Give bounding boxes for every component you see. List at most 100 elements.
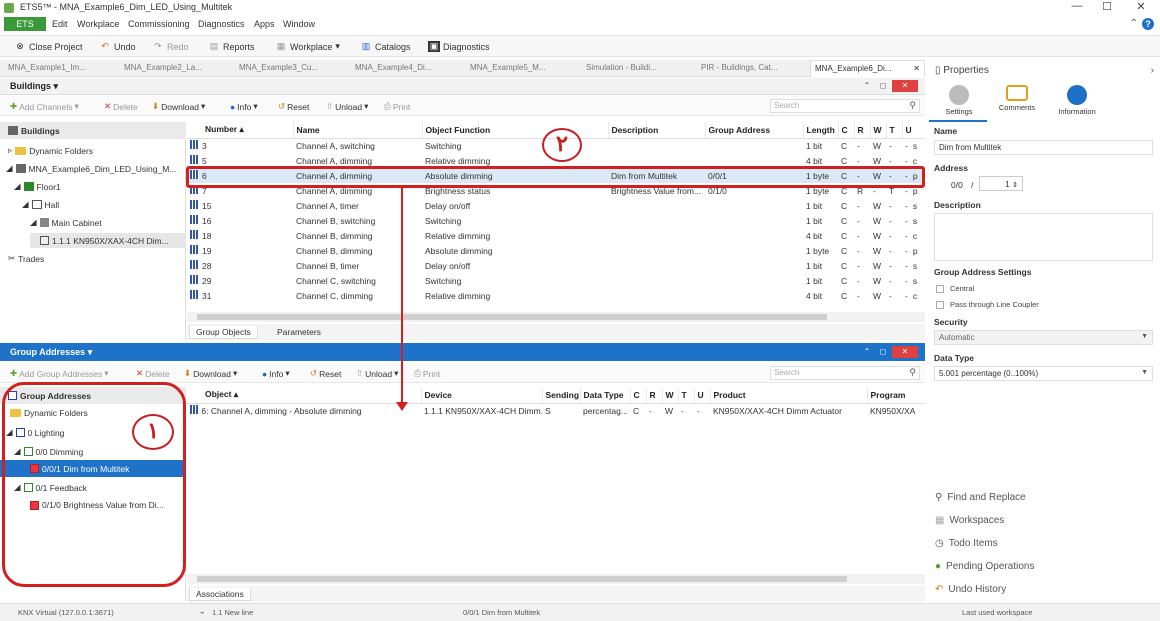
tab-parameters[interactable]: Parameters <box>271 326 327 338</box>
restore-icon[interactable]: ◻ <box>876 80 890 92</box>
col-u[interactable]: U <box>902 122 925 139</box>
ga-delete-button[interactable]: ✕ Delete <box>136 368 170 379</box>
print-button[interactable]: ⎙ Print <box>384 101 410 112</box>
col-number[interactable]: Number ▴ <box>187 122 294 139</box>
data-type-select[interactable]: 5.001 percentage (0..100%) ▼ <box>934 366 1153 381</box>
tab-information[interactable]: Information <box>1055 85 1099 116</box>
table-row[interactable]: 6: Channel A, dimming - Absolute dimming… <box>187 403 925 418</box>
col-u[interactable]: U <box>694 387 711 404</box>
doc-tab-3[interactable]: MNA_Example3_Cu... <box>239 63 318 72</box>
col-device[interactable]: Device <box>421 387 543 404</box>
restore-icon[interactable]: ◻ <box>876 346 890 358</box>
menu-window[interactable]: Window <box>283 19 315 29</box>
col-w[interactable]: W <box>870 122 887 139</box>
doc-tab-5[interactable]: MNA_Example5_M... <box>470 63 546 72</box>
table-row[interactable]: 15 Channel A, timer Delay on/off 1 bit C - W - -… <box>187 198 925 213</box>
workspaces-link[interactable]: ▦ Workspaces <box>935 515 1004 526</box>
todo-items-link[interactable]: ◷ Todo Items <box>935 538 998 549</box>
reports-button[interactable]: ▤ Reports <box>208 41 255 52</box>
col-t[interactable]: T <box>678 387 695 404</box>
col-c[interactable]: C <box>630 387 647 404</box>
stepper-arrows-icon[interactable]: ⇕ <box>1012 182 1018 189</box>
search-icon[interactable]: ⚲ <box>909 100 916 111</box>
central-checkbox[interactable]: Central <box>936 284 974 293</box>
reset-button[interactable]: ↺ Reset <box>278 101 309 112</box>
delete-button[interactable]: ✕ Delete <box>104 101 138 112</box>
col-length[interactable]: Length <box>803 122 839 139</box>
search-icon[interactable]: ⚲ <box>909 367 916 378</box>
redo-button[interactable]: ↷ Redo <box>152 41 188 52</box>
download-button[interactable]: ⬇ Download ▾ <box>152 101 205 112</box>
undo-button[interactable]: ↶ Undo <box>99 41 135 52</box>
close-panel-icon[interactable]: ✕ <box>892 80 918 92</box>
col-c[interactable]: C <box>838 122 855 139</box>
col-data-type[interactable]: Data Type <box>580 387 631 404</box>
chevron-up-icon[interactable]: ⌃ <box>1130 18 1138 29</box>
chevron-right-icon[interactable]: › <box>1151 65 1154 76</box>
col-group-address[interactable]: Group Address <box>705 122 804 139</box>
tree-device[interactable]: 1.1.1 KN950X/XAX-4CH Dim... <box>30 233 186 248</box>
diagnostics-button[interactable]: ▣ Diagnostics <box>428 41 490 52</box>
collapse-icon[interactable]: ⌃ <box>860 346 874 358</box>
help-icon[interactable]: ? <box>1142 18 1154 30</box>
tab-comments[interactable]: Comments <box>995 85 1039 112</box>
ga-info-button[interactable]: ● Info ▾ <box>262 368 290 379</box>
ga-print-button[interactable]: ⎙ Print <box>414 368 440 379</box>
tab-group-objects[interactable]: Group Objects <box>189 326 258 339</box>
table-row[interactable]: 28 Channel B, timer Delay on/off 1 bit C - W - -… <box>187 258 925 273</box>
unload-button[interactable]: ⇧ Unload ▾ <box>326 101 368 112</box>
tree-trades[interactable]: ✂ Trades <box>8 253 44 264</box>
table-row[interactable]: 29 Channel C, switching Switching 1 bit C - W -… <box>187 273 925 288</box>
ga-reset-button[interactable]: ↺ Reset <box>310 368 341 379</box>
info-button[interactable]: ● Info ▾ <box>230 101 258 112</box>
col-object[interactable]: Object ▴ <box>187 387 422 404</box>
buildings-panel-title[interactable]: Buildings ▾ <box>10 81 58 92</box>
col-r[interactable]: R <box>646 387 663 404</box>
checkbox-box[interactable] <box>936 300 944 309</box>
tree-dynamic-folders[interactable]: ▹ Dynamic Folders <box>8 145 93 156</box>
tree-hall[interactable]: ◢ Hall <box>22 199 59 210</box>
maximize-button[interactable]: ☐ <box>1097 0 1117 13</box>
close-panel-icon[interactable]: ✕ <box>892 346 918 358</box>
buildings-search-input[interactable]: Search ⚲ <box>770 99 920 113</box>
tree-floor1[interactable]: ◢ Floor1 <box>14 181 61 192</box>
catalogs-button[interactable]: ▥ Catalogs <box>360 41 411 52</box>
menu-diagnostics[interactable]: Diagnostics <box>198 19 245 29</box>
table-row[interactable]: 16 Channel B, switching Switching 1 bit C - W -… <box>187 213 925 228</box>
pass-through-checkbox[interactable]: Pass through Line Coupler <box>936 300 1039 309</box>
col-object-function[interactable]: Object Function <box>422 122 609 139</box>
description-textarea[interactable] <box>934 213 1153 261</box>
ga-download-button[interactable]: ⬇ Download ▾ <box>184 368 237 379</box>
undo-history-link[interactable]: ↶ Undo History <box>935 584 1006 595</box>
doc-tab-7[interactable]: PIR - Buildings, Cat... <box>701 63 777 72</box>
close-window-button[interactable]: ✕ <box>1131 0 1151 13</box>
ga-horizontal-scrollbar[interactable] <box>187 574 925 584</box>
buildings-tree-root[interactable]: Buildings <box>0 122 186 139</box>
table-row[interactable]: 18 Channel B, dimming Relative dimming 4 bi… <box>187 228 925 243</box>
pending-operations-link[interactable]: ● Pending Operations <box>935 561 1034 572</box>
add-group-addresses-button[interactable]: ✚ Add Group Addresses ▾ <box>10 368 109 379</box>
col-r[interactable]: R <box>854 122 871 139</box>
ga-unload-button[interactable]: ⇧ Unload ▾ <box>356 368 398 379</box>
col-product[interactable]: Product <box>710 387 868 404</box>
minimize-button[interactable]: — <box>1067 0 1087 12</box>
close-project-button[interactable]: ⊗ Close Project <box>14 41 82 52</box>
security-select[interactable]: Automatic ▼ <box>934 330 1153 345</box>
scrollbar-thumb[interactable] <box>197 314 827 320</box>
col-program[interactable]: Program <box>867 387 925 404</box>
doc-tab-4[interactable]: MNA_Example4_Di... <box>355 63 431 72</box>
ets-menu[interactable]: ETS <box>4 17 46 31</box>
group-addresses-panel-title[interactable]: Group Addresses ▾ <box>10 347 92 358</box>
col-w[interactable]: W <box>662 387 679 404</box>
menu-edit[interactable]: Edit <box>52 19 68 29</box>
tree-main-cabinet[interactable]: ◢ Main Cabinet <box>30 217 102 228</box>
doc-tab-active[interactable]: MNA_Example6_Di... ✕ <box>810 60 925 77</box>
tab-associations[interactable]: Associations <box>189 588 251 601</box>
horizontal-scrollbar[interactable] <box>187 312 925 322</box>
doc-tab-1[interactable]: MNA_Example1_Im... <box>8 63 86 72</box>
address-sub-stepper[interactable]: 1 ⇕ <box>979 176 1023 191</box>
workplace-button[interactable]: ▦ Workplace ▾ <box>275 41 340 52</box>
menu-apps[interactable]: Apps <box>254 19 275 29</box>
tab-settings[interactable]: Settings <box>937 85 981 116</box>
col-name[interactable]: Name <box>293 122 423 139</box>
